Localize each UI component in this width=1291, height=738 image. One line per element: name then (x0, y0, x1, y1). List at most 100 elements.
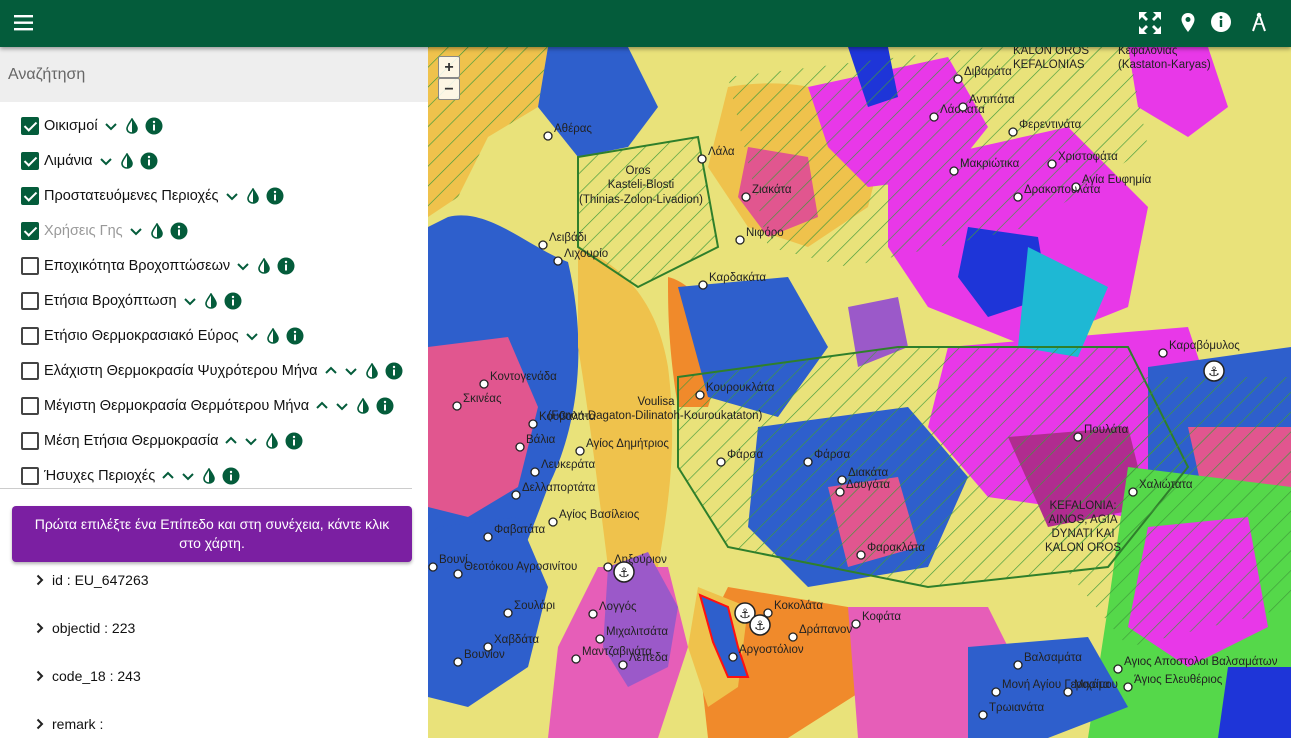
layer-row[interactable]: Οικισμοί (0, 108, 428, 143)
town-dot[interactable] (1123, 682, 1133, 692)
layer-checkbox[interactable] (21, 186, 39, 205)
town-dot[interactable] (788, 632, 798, 642)
town-dot[interactable] (1047, 159, 1057, 169)
layer-checkbox[interactable] (21, 151, 39, 170)
town-dot[interactable] (503, 608, 513, 618)
chevron-down-icon[interactable] (244, 434, 258, 448)
layer-row[interactable]: Ελάχιστη Θερμοκρασία Ψυχρότερου Μήνα (0, 353, 428, 388)
opacity-icon[interactable] (125, 117, 139, 134)
town-dot[interactable] (1128, 487, 1138, 497)
layer-checkbox[interactable] (21, 361, 39, 380)
town-dot[interactable] (511, 490, 521, 500)
town-dot[interactable] (571, 654, 581, 664)
layer-info-icon[interactable] (385, 362, 403, 380)
town-dot[interactable] (958, 102, 968, 112)
town-dot[interactable] (929, 112, 939, 122)
opacity-icon[interactable] (150, 222, 164, 239)
layer-info-icon[interactable] (222, 467, 240, 485)
town-dot[interactable] (1008, 127, 1018, 137)
layer-info-icon[interactable] (285, 432, 303, 450)
layer-info-icon[interactable] (266, 187, 284, 205)
town-dot[interactable] (528, 419, 538, 429)
location-pin-icon[interactable] (1175, 10, 1201, 36)
layer-info-icon[interactable] (145, 117, 163, 135)
town-dot[interactable] (1158, 348, 1168, 358)
layer-row[interactable]: Ετήσια Βροχόπτωση (0, 283, 428, 318)
town-dot[interactable] (991, 687, 1001, 697)
hamburger-menu-icon[interactable] (12, 12, 38, 34)
layer-info-icon[interactable] (224, 292, 242, 310)
town-dot[interactable] (1073, 432, 1083, 442)
town-dot[interactable] (538, 240, 548, 250)
chevron-down-icon[interactable] (181, 469, 195, 483)
zoom-out-button[interactable]: − (438, 78, 460, 100)
layer-checkbox[interactable] (21, 116, 39, 135)
town-dot[interactable] (548, 517, 558, 527)
chevron-up-icon[interactable] (161, 469, 175, 483)
chevron-down-icon[interactable] (335, 399, 349, 413)
town-dot[interactable] (837, 475, 847, 485)
map-canvas[interactable]: ΔιβαράταΛάσκαταΑντιπάταΦερεντινάταΜακριώ… (428, 47, 1291, 738)
town-dot[interactable] (716, 457, 726, 467)
layer-row[interactable]: Μέγιστη Θερμοκρασία Θερμότερου Μήνα (0, 388, 428, 423)
zoom-in-button[interactable]: + (438, 56, 460, 78)
attribute-row-code[interactable]: code_18 : 243 (36, 668, 141, 684)
layer-checkbox[interactable] (21, 291, 39, 310)
opacity-icon[interactable] (266, 327, 280, 344)
opacity-icon[interactable] (204, 292, 218, 309)
opacity-icon[interactable] (356, 397, 370, 414)
layer-row[interactable]: Χρήσεις Γης (0, 213, 428, 248)
chevron-down-icon[interactable] (129, 224, 143, 238)
layer-info-icon[interactable] (170, 222, 188, 240)
town-dot[interactable] (949, 166, 959, 176)
chevron-up-icon[interactable] (324, 364, 338, 378)
layer-row[interactable]: Λιμάνια (0, 143, 428, 178)
town-dot[interactable] (515, 442, 525, 452)
town-dot[interactable] (697, 154, 707, 164)
town-dot[interactable] (575, 446, 585, 456)
town-dot[interactable] (735, 235, 745, 245)
attribute-row-remark[interactable]: remark : (36, 716, 103, 732)
layer-info-icon[interactable] (286, 327, 304, 345)
chevron-down-icon[interactable] (245, 329, 259, 343)
town-dot[interactable] (978, 710, 988, 720)
town-dot[interactable] (953, 74, 963, 84)
layer-checkbox[interactable] (21, 221, 39, 240)
opacity-icon[interactable] (246, 187, 260, 204)
town-dot[interactable] (728, 652, 738, 662)
search-box[interactable]: Αναζήτηση (0, 47, 428, 102)
town-dot[interactable] (741, 192, 751, 202)
opacity-icon[interactable] (365, 362, 379, 379)
town-dot[interactable] (603, 562, 613, 572)
attribute-row-objectid[interactable]: objectid : 223 (36, 620, 135, 636)
chevron-down-icon[interactable] (104, 119, 118, 133)
chevron-up-icon[interactable] (315, 399, 329, 413)
town-dot[interactable] (1013, 660, 1023, 670)
town-dot[interactable] (851, 619, 861, 629)
town-dot[interactable] (543, 131, 553, 141)
layer-checkbox[interactable] (21, 466, 39, 485)
chevron-up-icon[interactable] (224, 434, 238, 448)
opacity-icon[interactable] (202, 467, 216, 484)
layer-info-icon[interactable] (376, 397, 394, 415)
town-dot[interactable] (618, 660, 628, 670)
town-dot[interactable] (1063, 687, 1073, 697)
layer-checkbox[interactable] (21, 256, 39, 275)
layer-row[interactable]: Ετήσιο Θερμοκρασιακό Εύρος (0, 318, 428, 353)
chevron-down-icon[interactable] (236, 259, 250, 273)
town-dot[interactable] (1013, 192, 1023, 202)
town-dot[interactable] (695, 390, 705, 400)
opacity-icon[interactable] (265, 432, 279, 449)
chevron-down-icon[interactable] (225, 189, 239, 203)
layer-info-icon[interactable] (140, 152, 158, 170)
town-dot[interactable] (588, 609, 598, 619)
town-dot[interactable] (856, 550, 866, 560)
town-dot[interactable] (1113, 664, 1123, 674)
town-dot[interactable] (452, 401, 462, 411)
town-dot[interactable] (483, 532, 493, 542)
land-use-map[interactable]: ΔιβαράταΛάσκαταΑντιπάταΦερεντινάταΜακριώ… (428, 47, 1291, 738)
chevron-down-icon[interactable] (99, 154, 113, 168)
info-icon[interactable] (1208, 10, 1234, 36)
layer-checkbox[interactable] (21, 326, 39, 345)
town-dot[interactable] (453, 657, 463, 667)
